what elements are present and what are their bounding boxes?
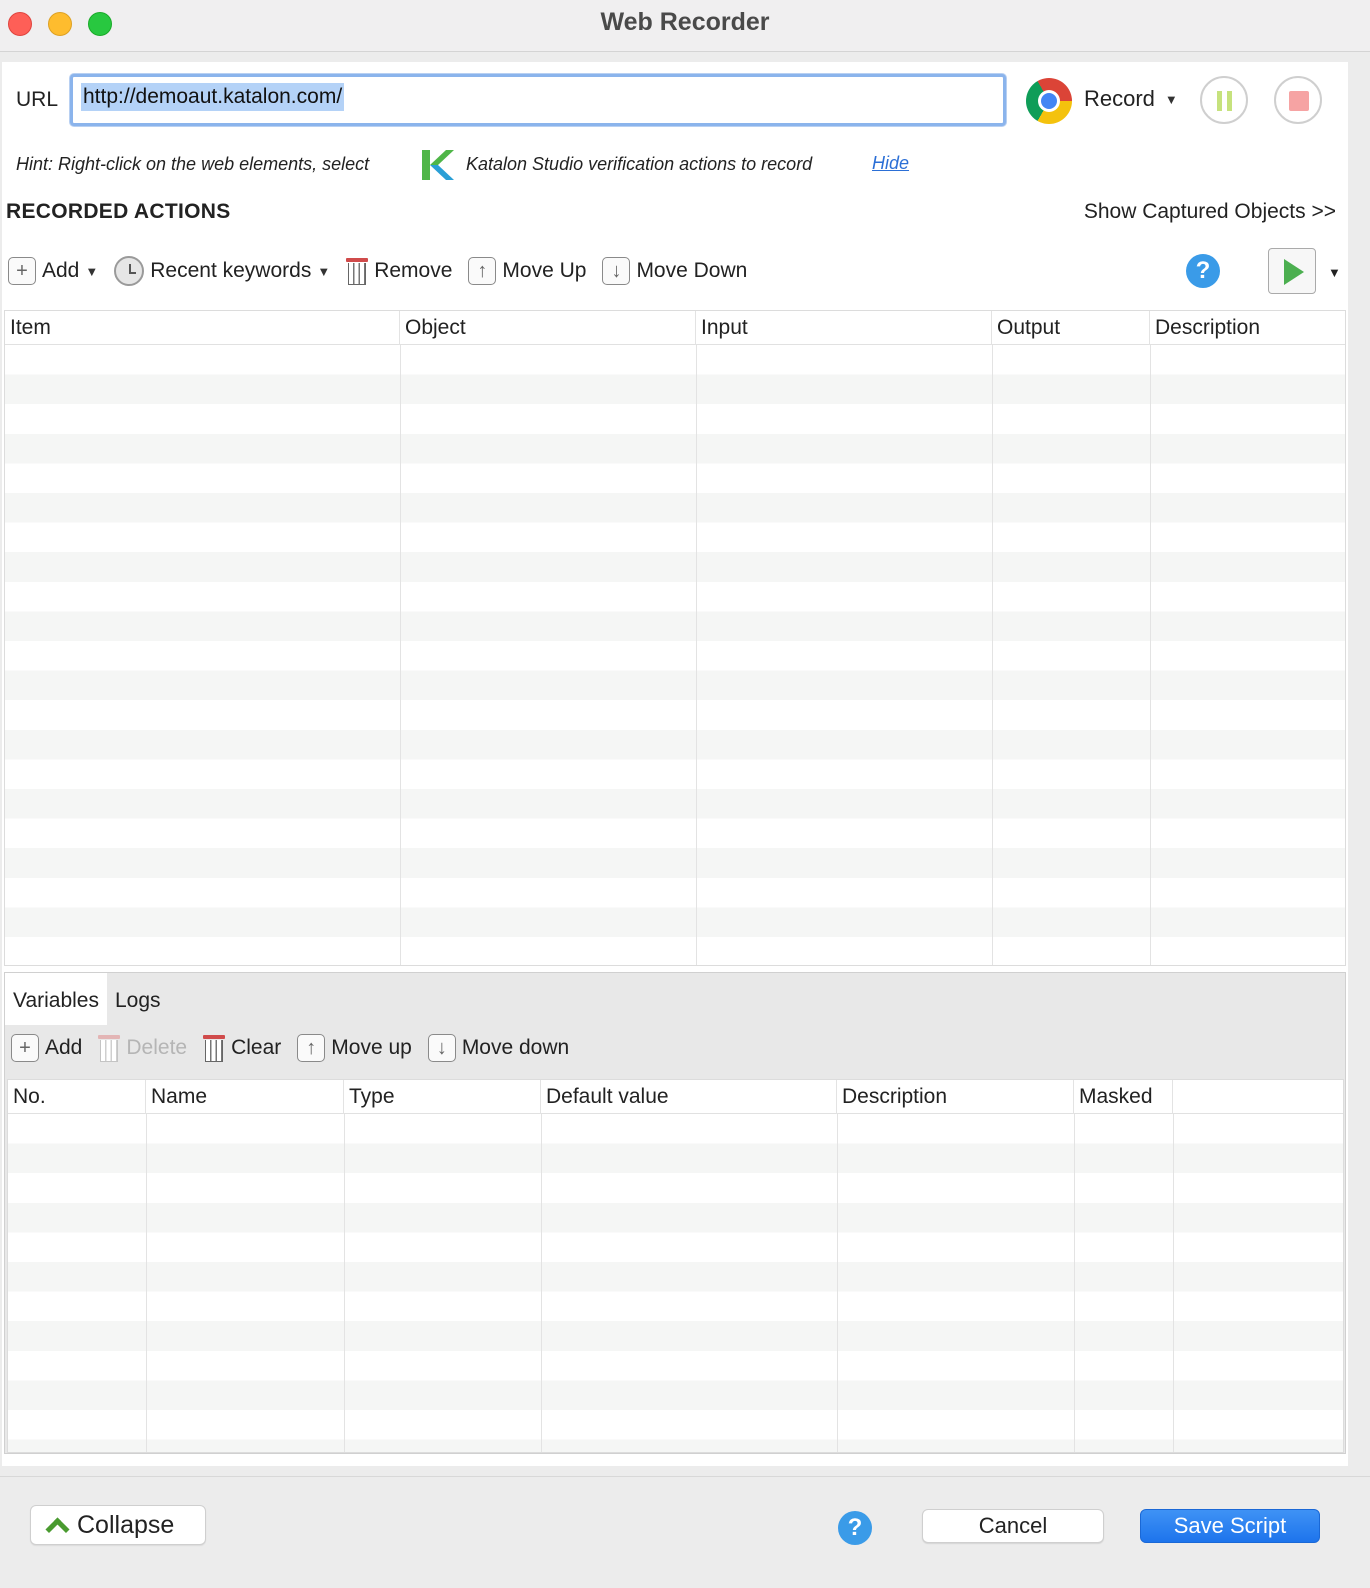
plus-icon: + [8, 257, 36, 285]
trash-icon [98, 1033, 121, 1063]
help-icon[interactable]: ? [838, 1511, 872, 1545]
recorded-actions-table[interactable]: Item Object Input Output Description [4, 310, 1346, 966]
table-header: No. Name Type Default value Description … [8, 1080, 1343, 1114]
chrome-icon[interactable] [1026, 78, 1072, 124]
hint-text-continued: Katalon Studio verification actions to r… [466, 154, 813, 174]
arrow-down-icon: ↓ [427, 1034, 456, 1062]
url-label: URL [16, 88, 59, 111]
table-header: Item Object Input Output Description [5, 311, 1345, 345]
column-header-no[interactable]: No. [8, 1080, 146, 1114]
variables-table[interactable]: No. Name Type Default value Description … [7, 1079, 1344, 1453]
add-variable-button[interactable]: + Add [11, 1034, 82, 1062]
pause-icon [1217, 91, 1233, 111]
play-button[interactable] [1268, 248, 1316, 294]
column-header-masked[interactable]: Masked [1074, 1080, 1173, 1114]
tab-variables[interactable]: Variables [5, 973, 107, 1025]
table-body[interactable] [8, 1114, 1343, 1452]
hide-hint-link[interactable]: Hide [872, 153, 909, 174]
cancel-button[interactable]: Cancel [922, 1509, 1104, 1543]
column-header-description[interactable]: Description [837, 1080, 1074, 1114]
move-variable-down-button[interactable]: ↓ Move down [427, 1034, 569, 1062]
variables-toolbar: + Add Delete Clear ↑ Move up ↓ Move down [11, 1031, 585, 1065]
chevron-down-icon[interactable]: ▼ [1328, 265, 1341, 280]
trash-icon [346, 256, 369, 286]
pause-button[interactable] [1200, 76, 1248, 124]
chevron-down-icon[interactable]: ▼ [317, 264, 330, 279]
record-label: Record [1084, 86, 1155, 111]
delete-variable-button[interactable]: Delete [98, 1033, 187, 1063]
chevron-down-icon[interactable]: ▼ [85, 264, 98, 279]
column-header-type[interactable]: Type [344, 1080, 541, 1114]
help-icon[interactable]: ? [1186, 254, 1220, 288]
katalon-logo-icon [422, 150, 454, 180]
record-button[interactable]: Record ▼ [1084, 86, 1178, 112]
column-header-name[interactable]: Name [146, 1080, 344, 1114]
column-header-output[interactable]: Output [992, 311, 1150, 345]
table-body[interactable] [5, 345, 1345, 965]
column-header-default-value[interactable]: Default value [541, 1080, 837, 1114]
chevron-up-icon [45, 1514, 67, 1536]
recorded-actions-title: RECORDED ACTIONS [6, 200, 231, 223]
bottom-tabs: Variables Logs [5, 973, 169, 1025]
url-field-value[interactable]: http://demoaut.katalon.com/ [81, 83, 345, 111]
window-title: Web Recorder [600, 8, 770, 36]
recent-keywords-button[interactable]: Recent keywords ▼ [114, 256, 330, 286]
move-up-button[interactable]: ↑ Move Up [468, 257, 586, 285]
plus-icon: + [11, 1034, 39, 1062]
variables-logs-pane: Variables Logs + Add Delete Clear ↑ Move… [4, 972, 1346, 1454]
url-field[interactable]: http://demoaut.katalon.com/ [70, 74, 1006, 126]
chevron-down-icon[interactable]: ▼ [1165, 92, 1178, 107]
title-bar: Web Recorder [0, 0, 1370, 52]
remove-action-button[interactable]: Remove [346, 256, 452, 286]
move-variable-up-button[interactable]: ↑ Move up [297, 1034, 412, 1062]
dialog-footer: Collapse ? Cancel Save Script [0, 1476, 1370, 1588]
column-header-input[interactable]: Input [696, 311, 992, 345]
add-action-button[interactable]: + Add ▼ [8, 257, 98, 285]
column-header-item[interactable]: Item [5, 311, 400, 345]
collapse-button[interactable]: Collapse [30, 1505, 206, 1545]
tab-logs[interactable]: Logs [107, 973, 169, 1025]
recorder-panel: URL http://demoaut.katalon.com/ Record ▼… [2, 62, 1348, 1466]
move-down-button[interactable]: ↓ Move Down [602, 257, 747, 285]
column-header-object[interactable]: Object [400, 311, 696, 345]
column-header-description[interactable]: Description [1150, 311, 1345, 345]
history-icon [114, 256, 145, 286]
clear-icon [203, 1033, 226, 1063]
arrow-up-icon: ↑ [297, 1034, 326, 1062]
show-captured-objects-button[interactable]: Show Captured Objects >> [1084, 200, 1336, 224]
save-script-button[interactable]: Save Script [1140, 1509, 1320, 1543]
stop-button[interactable] [1274, 76, 1322, 124]
arrow-down-icon: ↓ [602, 257, 631, 285]
hint-text: Hint: Right-click on the web elements, s… [16, 154, 370, 174]
actions-toolbar: + Add ▼ Recent keywords ▼ Remove ↑ Move … [8, 254, 763, 288]
clear-variables-button[interactable]: Clear [203, 1033, 281, 1063]
arrow-up-icon: ↑ [468, 257, 497, 285]
stop-icon [1289, 91, 1309, 111]
